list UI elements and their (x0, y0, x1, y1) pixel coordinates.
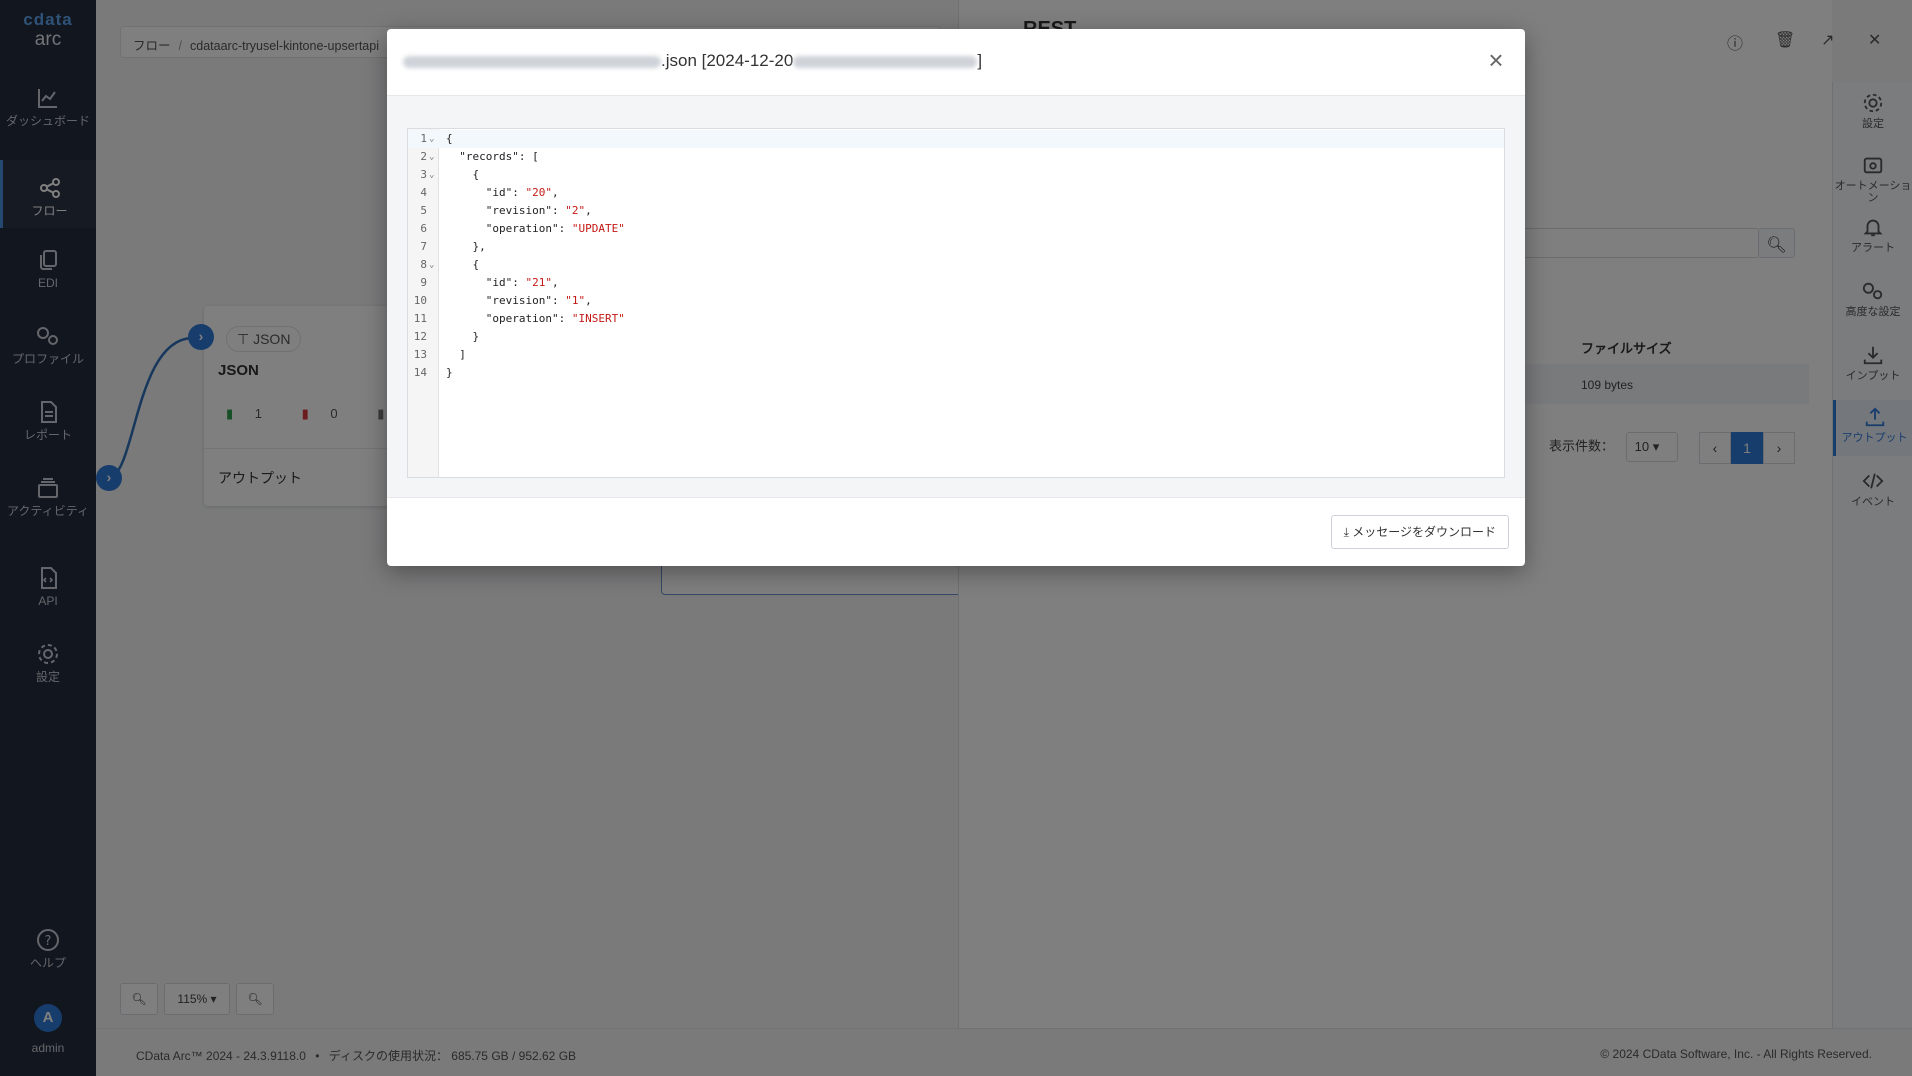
code-text: { (446, 258, 480, 271)
json-key: "id": (446, 276, 526, 289)
code-text: "id": "20", (446, 184, 559, 202)
download-icon: ⤓ (1343, 525, 1349, 539)
code-text: ] (446, 348, 466, 361)
json-key: "operation": (446, 222, 572, 235)
modal-title-extension: .json [2024-12-20 (661, 51, 794, 70)
code-text: } (446, 330, 480, 343)
code-text: "revision": "2", (446, 202, 592, 220)
line-number: 12 (413, 330, 427, 343)
json-key: "id": (446, 186, 526, 199)
code-text: "operation": "UPDATE" (446, 220, 625, 238)
json-string-value: "21" (525, 276, 552, 289)
line-number: 3 (420, 168, 427, 181)
json-punctuation: , (585, 204, 592, 217)
fold-chevron-icon[interactable]: ⌄ (429, 256, 434, 274)
json-key: "revision": (446, 294, 566, 307)
json-key: "revision": (446, 204, 566, 217)
json-string-value: "2" (565, 204, 586, 217)
line-number: 13 (413, 348, 427, 361)
modal-footer: ⤓ メッセージをダウンロード (387, 498, 1525, 566)
line-number: 6 (420, 222, 427, 235)
line-number: 14 (413, 366, 427, 379)
modal-body: 1 ⌄{2 ⌄ "records": [3 ⌄ {4 "id": "20", 5 "re… (387, 96, 1525, 498)
code-text: { (446, 132, 453, 145)
json-string-value: "INSERT" (571, 312, 625, 325)
download-message-button[interactable]: ⤓ メッセージをダウンロード (1330, 515, 1509, 549)
message-viewer-modal: .json [2024-12-20] × 1 ⌄{2 ⌄ "records": [3… (387, 29, 1525, 566)
code-text: { (446, 168, 480, 181)
line-number: 7 (420, 240, 427, 253)
json-punctuation: , (551, 186, 559, 199)
modal-header: .json [2024-12-20] × (387, 29, 1525, 96)
code-text: "id": "21", (446, 274, 559, 292)
fold-chevron-icon[interactable]: ⌄ (429, 148, 434, 166)
line-number: 2 (420, 150, 427, 163)
json-string-value: "20" (525, 186, 552, 199)
code-text: } (446, 366, 453, 379)
json-string-value: "UPDATE" (571, 222, 625, 235)
line-number: 9 (420, 276, 427, 289)
line-number: 4 (420, 186, 427, 199)
close-icon[interactable]: × (1481, 45, 1511, 75)
redacted-timestamp (793, 55, 978, 68)
line-number: 8 (420, 258, 427, 271)
download-message-label: メッセージをダウンロード (1352, 525, 1496, 539)
json-key: "operation": (446, 312, 572, 325)
code-line: 1 ⌄ { (408, 130, 1504, 148)
line-number: 10 (413, 294, 427, 307)
line-number: 5 (420, 204, 427, 217)
line-number: 11 (413, 312, 427, 325)
code-editor[interactable]: 1 ⌄{2 ⌄ "records": [3 ⌄ {4 "id": "20", 5 "re… (407, 128, 1505, 478)
modal-title: .json [2024-12-20] (403, 51, 982, 71)
json-string-value: "1" (565, 294, 586, 307)
json-punctuation: , (551, 276, 559, 289)
fold-chevron-icon[interactable]: ⌄ (429, 130, 434, 148)
modal-title-end: ] (977, 51, 983, 70)
code-text: "operation": "INSERT" (446, 310, 625, 328)
fold-chevron-icon[interactable]: ⌄ (429, 166, 434, 184)
code-text: "revision": "1", (446, 292, 592, 310)
code-text: "records": [ (446, 150, 539, 163)
code-text: }, (446, 240, 486, 253)
line-number: 1 (420, 132, 427, 145)
json-punctuation: , (585, 294, 592, 307)
redacted-filename (403, 55, 661, 68)
